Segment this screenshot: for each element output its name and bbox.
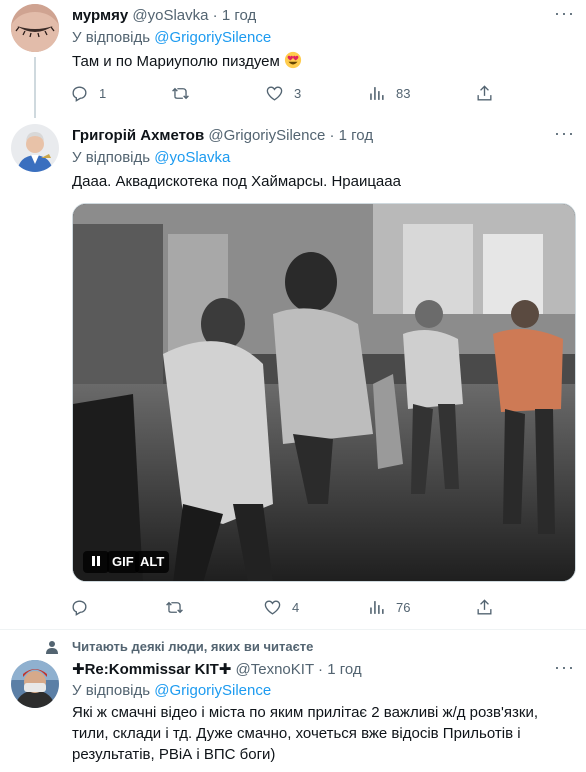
views-count: 76 [396,599,411,615]
share-button[interactable] [475,596,494,618]
tweet-text-line: Які ж смачні відео і міста по яким прилі… [72,704,538,721]
user-handle[interactable]: @GrigoriySilence [208,127,325,144]
more-options-icon[interactable]: ··· [554,658,574,682]
tweet-header: мурмяу @yoSlavka · 1 год [72,6,256,26]
pause-button[interactable] [83,551,109,573]
views-button[interactable]: 76 [367,596,410,618]
avatar[interactable] [11,660,59,708]
more-options-icon[interactable]: ··· [554,124,574,148]
gif-badge: GIF [107,551,139,573]
tweet-text-line: тили, склади і тд. Дуже смачно, хочеться… [72,725,521,742]
like-count: 3 [294,85,302,101]
more-options-icon[interactable]: ··· [554,4,574,28]
user-handle[interactable]: @yoSlavka [132,7,208,24]
views-icon [370,600,384,614]
views-button[interactable]: 83 [367,82,410,104]
display-name[interactable]: ✚Re:Kommissar KIT✚ [72,661,231,678]
tweet-text-line: результатів, РВіА і ВПС боги) [72,746,276,763]
tweet-text: Які ж смачні відео і міста по яким прилі… [72,702,572,765]
thread-line [34,57,36,118]
reply-context: У відповідь @GrigoriySilence [72,681,271,701]
gif-frame-image [73,204,575,581]
tweet-text-content: Дааа. Аквадискотека под Хаймарсы. Нраица… [72,173,401,190]
reply-prefix: У відповідь [72,682,151,699]
tweet-actions: 1 3 83 [70,82,510,104]
share-button[interactable] [475,82,494,104]
reply-handle-link[interactable]: @GrigoriySilence [154,682,271,699]
timestamp[interactable]: 1 год [222,7,256,24]
retweet-button[interactable] [165,596,194,618]
share-icon [477,598,492,615]
timestamp[interactable]: 1 год [339,127,373,144]
pause-icon [92,556,100,566]
tweet-header: ✚Re:Kommissar KIT✚ @TexnoKIT · 1 год [72,660,362,680]
tweet-text: Там и по Мариуполю пиздуем [72,51,572,72]
avatar[interactable] [11,4,59,52]
display-name[interactable]: Григорій Ахметов [72,127,204,144]
timestamp[interactable]: 1 год [327,661,361,678]
reply-prefix: У відповідь [72,29,151,46]
reply-handle-link[interactable]: @yoSlavka [154,149,230,166]
tweet-3[interactable]: ✚Re:Kommissar KIT✚ @TexnoKIT · 1 год ···… [0,630,586,772]
separator: · [329,127,335,144]
heart-eyes-emoji-icon [284,51,302,69]
like-button[interactable]: 3 [265,82,301,104]
reply-handle-link[interactable]: @GrigoriySilence [154,29,271,46]
reply-count: 1 [99,85,107,101]
reply-prefix: У відповідь [72,149,151,166]
separator: · [318,661,324,678]
views-count: 83 [396,85,411,101]
reply-icon [72,599,87,616]
reply-button[interactable]: 1 [70,82,106,104]
retweet-button[interactable] [171,82,200,104]
heart-icon [264,599,281,615]
retweet-icon [166,601,183,613]
alt-button[interactable]: ALT [135,551,170,573]
display-name[interactable]: мурмяу [72,7,128,24]
share-icon [477,84,492,101]
heart-icon [266,85,283,101]
tweet-header: Григорій Ахметов @GrigoriySilence · 1 го… [72,126,373,146]
reply-icon [72,85,87,102]
reply-context: У відповідь @GrigoriySilence [72,28,271,48]
views-icon [370,86,384,100]
tweet-text: Дааа. Аквадискотека под Хаймарсы. Нраица… [72,171,572,192]
tweet-1[interactable]: мурмяу @yoSlavka · 1 год ··· У відповідь… [0,0,586,118]
reply-button[interactable] [70,596,99,618]
user-handle[interactable]: @TexnoKIT [236,661,314,678]
tweet-actions: 4 76 [70,596,510,618]
reply-context: У відповідь @yoSlavka [72,148,230,168]
retweet-icon [172,87,189,99]
avatar[interactable] [11,124,59,172]
gif-media[interactable]: GIF ALT [72,203,576,582]
tweet-text-content: Там и по Мариуполю пиздуем [72,53,280,70]
like-button[interactable]: 4 [263,596,299,618]
separator: · [212,7,218,24]
like-count: 4 [292,599,300,615]
